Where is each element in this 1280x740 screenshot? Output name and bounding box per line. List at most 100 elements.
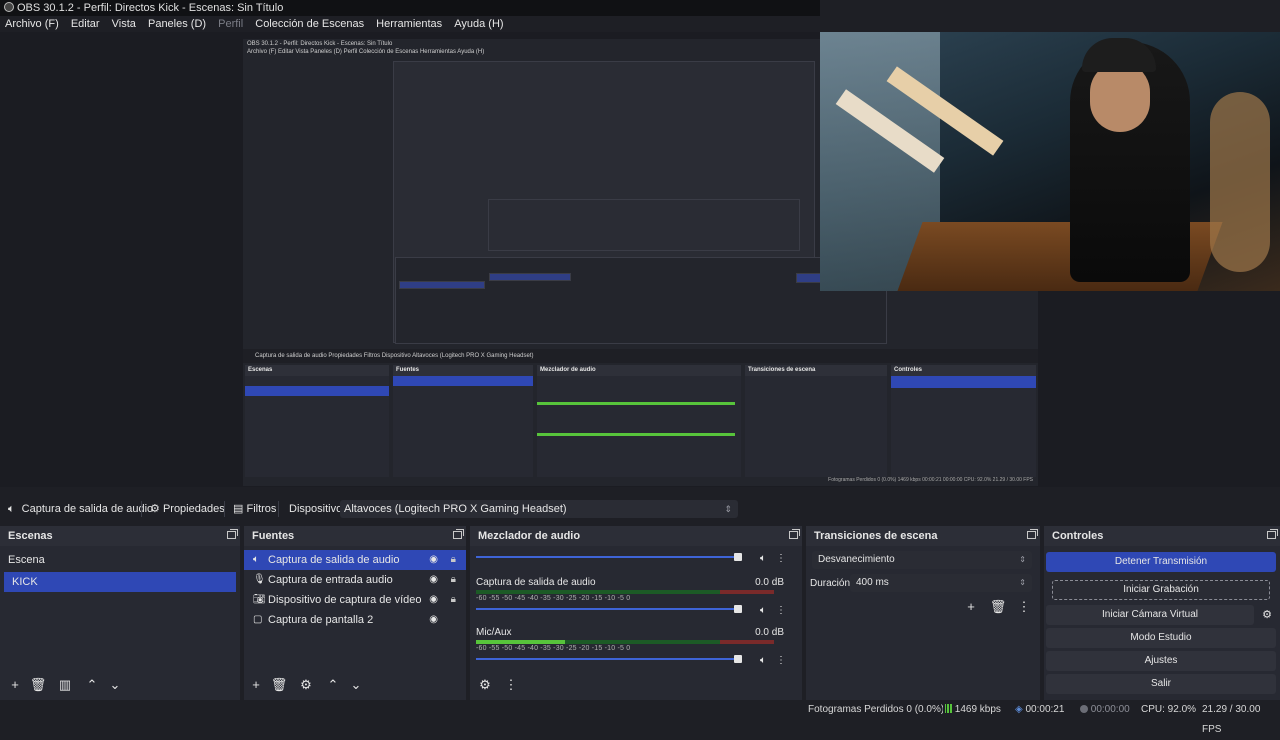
nested-dock-title: Transiciones de escena — [745, 365, 887, 376]
move-down-button[interactable]: ⌄ — [347, 676, 365, 694]
transitions-title: Transiciones de escena — [814, 530, 938, 542]
more-options-icon[interactable]: ⋮ — [776, 655, 786, 666]
lock-icon[interactable]: 🔒︎ — [451, 590, 456, 610]
start-recording-button[interactable]: Iniciar Grabación — [1052, 580, 1270, 600]
add-transition-button[interactable]: + — [962, 598, 980, 616]
duration-value: 400 ms — [856, 577, 889, 588]
transition-more-icon[interactable]: ⋮ — [1015, 598, 1033, 616]
remove-source-button[interactable]: 🗑︎ — [270, 676, 288, 694]
visibility-eye-icon[interactable]: ◉ — [429, 550, 438, 570]
recursive-capture-inner — [488, 199, 800, 251]
nested-props-bar: Captura de salida de audio Propiedades F… — [243, 349, 1038, 363]
source-label: Captura de entrada audio — [268, 574, 393, 586]
level-meter — [476, 590, 774, 594]
duration-label: Duración — [810, 578, 851, 589]
studio-mode-button[interactable]: Modo Estudio — [1046, 628, 1276, 648]
db-scale: -60 -55 -50 -45 -40 -35 -30 -25 -20 -15 … — [476, 645, 631, 652]
settings-button[interactable]: Ajustes — [1046, 651, 1276, 671]
transition-select[interactable]: Desvanecimiento ⇕ — [812, 551, 1032, 569]
menu-paneles[interactable]: Paneles (D) — [148, 18, 206, 30]
lock-icon[interactable]: 🔒︎ — [451, 570, 456, 590]
remove-transition-button[interactable]: 🗑︎ — [989, 598, 1007, 616]
source-context-bar: 🔈︎ Captura de salida de audio ⚙ Propieda… — [0, 497, 1280, 521]
exit-button[interactable]: Salir — [1046, 674, 1276, 694]
controls-dock: Controles Detener Transmisión Iniciar Gr… — [1044, 526, 1280, 700]
volume-fader[interactable] — [476, 604, 742, 614]
mixer-track-audio-output: Captura de salida de audio 0.0 dB -60 -55… — [476, 576, 792, 622]
undock-icon[interactable] — [1027, 529, 1038, 539]
move-up-button[interactable]: ⌃ — [324, 676, 342, 694]
controls-title: Controles — [1052, 530, 1104, 542]
track-name: Mic/Aux — [476, 627, 512, 638]
stream-time-value: 00:00:21 — [1025, 704, 1065, 715]
menu-editar[interactable]: Editar — [71, 18, 100, 30]
webcam-face — [1090, 62, 1150, 132]
menu-archivo[interactable]: Archivo (F) — [5, 18, 59, 30]
mixer-track-mic-aux: Mic/Aux 0.0 dB -60 -55 -50 -45 -40 -35 -3… — [476, 626, 792, 672]
source-item-audio-output[interactable]: 🔈︎ Captura de salida de audio ◉ 🔒︎ — [244, 550, 466, 570]
move-down-button[interactable]: ⌄ — [106, 676, 124, 694]
add-source-button[interactable]: + — [247, 676, 265, 694]
transitions-dock-header: Transiciones de escena — [806, 526, 1040, 546]
remove-scene-button[interactable]: 🗑︎ — [29, 676, 47, 694]
recording-timer: 00:00:00 — [1080, 700, 1130, 720]
obs-logo-icon — [4, 2, 14, 12]
undock-icon[interactable] — [789, 529, 800, 539]
bitrate-indicator: 1469 kbps — [943, 700, 1001, 720]
scene-filters-button[interactable]: ▥ — [56, 676, 74, 694]
undock-icon[interactable] — [1267, 529, 1278, 539]
properties-button[interactable]: ⚙ Propiedades — [150, 497, 225, 521]
cpu-usage: CPU: 92.0% — [1141, 704, 1197, 715]
sources-toolbar: + 🗑︎ ⚙ ⌃ ⌄ — [244, 670, 466, 700]
undock-icon[interactable] — [453, 529, 464, 539]
db-scale: -60 -55 -50 -45 -40 -35 -30 -25 -20 -15 … — [476, 595, 631, 602]
virtual-camera-settings-gear-icon[interactable]: ⚙ — [1258, 606, 1276, 624]
speaker-mute-icon[interactable]: 🔈︎ — [760, 655, 766, 666]
start-virtual-camera-button[interactable]: Iniciar Cámara Virtual — [1046, 605, 1254, 625]
more-options-icon[interactable]: ⋮ — [776, 553, 786, 564]
stop-streaming-button[interactable]: Detener Transmisión — [1046, 552, 1276, 572]
rec-time-value: 00:00:00 — [1090, 704, 1130, 715]
menu-herramientas[interactable]: Herramientas — [376, 18, 442, 30]
program-preview[interactable]: OBS 30.1.2 - Perfil: Directos Kick - Esc… — [0, 32, 1280, 487]
menu-vista[interactable]: Vista — [112, 18, 136, 30]
mixer-track-partial: 🔈︎ ⋮ — [476, 552, 792, 564]
more-options-icon[interactable]: ⋮ — [502, 676, 520, 694]
move-up-button[interactable]: ⌃ — [83, 676, 101, 694]
speaker-mute-icon[interactable]: 🔈︎ — [760, 605, 766, 616]
more-options-icon[interactable]: ⋮ — [776, 605, 786, 616]
add-scene-button[interactable]: + — [6, 676, 24, 694]
camera-icon: 📷︎ — [253, 594, 266, 605]
scene-item-escena[interactable]: Escena — [0, 550, 240, 570]
speaker-mute-icon[interactable]: 🔈︎ — [760, 553, 766, 564]
source-properties-button[interactable]: ⚙ — [297, 676, 315, 694]
menu-ayuda[interactable]: Ayuda (H) — [454, 18, 503, 30]
filter-icon: ▤ — [233, 503, 244, 515]
visibility-eye-icon[interactable]: ◉ — [429, 590, 438, 610]
nested-controls-dock: Controles — [891, 365, 1036, 477]
scene-item-kick[interactable]: KICK — [4, 572, 236, 592]
volume-fader[interactable] — [476, 552, 742, 562]
broadcast-icon: ◈ — [1015, 704, 1023, 715]
track-db: 0.0 dB — [755, 627, 784, 638]
divider — [278, 501, 279, 517]
undock-icon[interactable] — [227, 529, 238, 539]
volume-fader[interactable] — [476, 654, 742, 664]
audio-mixer-dock: Mezclador de audio 🔈︎ ⋮ Captura de salid… — [470, 526, 802, 700]
menu-coleccion-escenas[interactable]: Colección de Escenas — [255, 18, 364, 30]
lock-icon[interactable]: 🔒︎ — [451, 550, 456, 570]
filters-label: Filtros — [246, 503, 277, 515]
visibility-eye-icon[interactable]: ◉ — [429, 610, 438, 630]
device-select[interactable]: Altavoces (Logitech PRO X Gaming Headset… — [340, 500, 738, 518]
source-item-audio-input[interactable]: 🎙︎ Captura de entrada audio ◉ 🔒︎ — [244, 570, 466, 590]
source-item-screen-capture[interactable]: ▢ Captura de pantalla 2 ◉ — [244, 610, 466, 630]
filters-button[interactable]: ▤ Filtros — [233, 497, 276, 521]
duration-spinbox[interactable]: 400 ms ⇕ — [850, 574, 1032, 592]
chevron-updown-icon: ⇕ — [1019, 555, 1026, 564]
visibility-eye-icon[interactable]: ◉ — [429, 570, 438, 590]
source-item-video-capture[interactable]: 📷︎ Dispositivo de captura de vídeo ◉ 🔒︎ — [244, 590, 466, 610]
menu-perfil[interactable]: Perfil — [218, 18, 243, 30]
advanced-audio-icon[interactable]: ⚙ — [476, 676, 494, 694]
device-select-value: Altavoces (Logitech PRO X Gaming Headset… — [344, 503, 567, 515]
nested-menu: Archivo (F) Editar Vista Paneles (D) Per… — [247, 49, 485, 55]
